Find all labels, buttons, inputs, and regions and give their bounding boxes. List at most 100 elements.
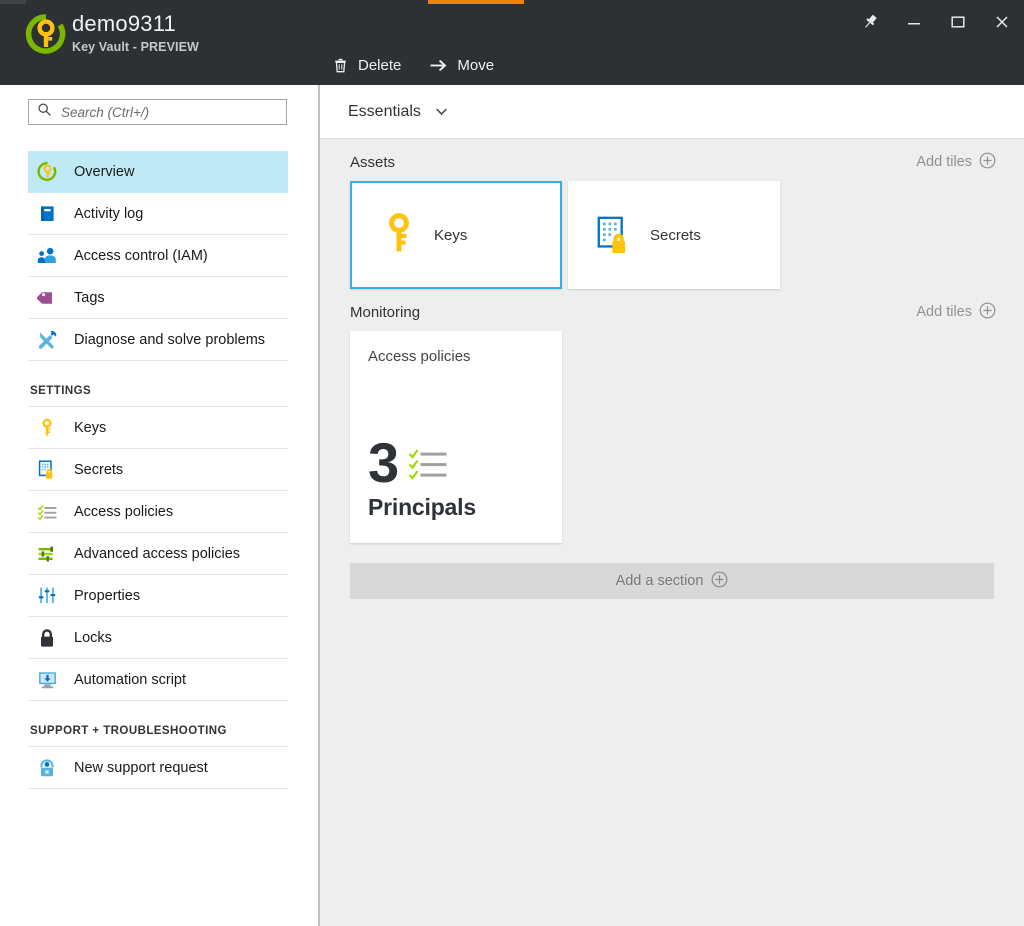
sidebar-item-locks[interactable]: Locks <box>28 617 288 659</box>
padlock-icon <box>36 627 58 649</box>
sidebar-item-properties[interactable]: Properties <box>28 575 288 617</box>
plus-circle-icon <box>979 302 996 323</box>
tile-access-policies[interactable]: Access policies 3 Principals <box>350 331 562 543</box>
sidebar-group-settings-title: SETTINGS <box>28 361 288 407</box>
tile-title: Access policies <box>368 348 471 365</box>
key-icon <box>36 417 58 439</box>
sidebar-group-support-title: SUPPORT + TROUBLESHOOTING <box>28 701 288 747</box>
sidebar-item-label: Properties <box>74 587 141 604</box>
sidebar-item-keys[interactable]: Keys <box>28 407 288 449</box>
sidebar-item-label: Activity log <box>74 205 144 222</box>
sidebar-item-automation-script[interactable]: Automation script <box>28 659 288 701</box>
tile-label: Secrets <box>650 226 701 244</box>
tile-keys[interactable]: Keys <box>350 181 562 289</box>
checklist-icon <box>36 501 58 523</box>
sidebar-item-label: Tags <box>74 289 105 306</box>
sidebar-item-diagnose[interactable]: Diagnose and solve problems <box>28 319 288 361</box>
secrets-lock-icon <box>36 459 58 481</box>
sidebar-item-new-support-request[interactable]: New support request <box>28 747 288 789</box>
key-circle-icon <box>36 161 58 183</box>
search-container <box>28 99 287 125</box>
book-icon <box>36 203 58 225</box>
page-title: demo9311 <box>72 11 176 36</box>
tools-icon <box>36 329 58 351</box>
section-title: Assets <box>350 153 396 171</box>
sliders-green-icon <box>36 543 58 565</box>
sidebar-item-access-policies[interactable]: Access policies <box>28 491 288 533</box>
sidebar-item-overview[interactable]: Overview <box>28 151 288 193</box>
section-monitoring: Monitoring Add tiles Access policies 3 P… <box>320 293 1024 543</box>
assets-tiles: Keys Secrets <box>320 181 1024 289</box>
sidebar-item-advanced-access-policies[interactable]: Advanced access policies <box>28 533 288 575</box>
arrow-right-icon <box>429 57 448 74</box>
sidebar-nav: Overview Activity log Access control (IA… <box>28 151 288 789</box>
plus-circle-icon <box>711 571 728 592</box>
people-icon <box>36 245 58 267</box>
monitoring-tiles: Access policies 3 Principals <box>320 331 1024 543</box>
sliders-blue-icon <box>36 585 58 607</box>
tile-metric-unit: Principals <box>368 494 476 520</box>
add-a-section-button[interactable]: Add a section <box>350 563 994 599</box>
sidebar-item-access-control[interactable]: Access control (IAM) <box>28 235 288 277</box>
sidebar-item-activity-log[interactable]: Activity log <box>28 193 288 235</box>
titlebar-top-strip <box>0 0 26 4</box>
tile-body: 3 Principals <box>368 431 542 543</box>
add-tiles-label: Add tiles <box>916 304 972 320</box>
section-title: Monitoring <box>350 303 421 321</box>
secrets-lock-icon <box>594 214 636 256</box>
add-tiles-label: Add tiles <box>916 154 972 170</box>
tile-metric-value: 3 <box>368 431 399 494</box>
search-icon <box>37 102 52 122</box>
window-title-block: demo9311 Key Vault - PREVIEW <box>72 10 199 56</box>
search-input[interactable] <box>52 100 286 124</box>
title-bar: demo9311 Key Vault - PREVIEW Delete Move <box>0 0 1024 85</box>
titlebar-accent-line <box>428 0 524 4</box>
delete-label: Delete <box>358 57 402 74</box>
sidebar-item-label: Access control (IAM) <box>74 247 208 264</box>
delete-button[interactable]: Delete <box>320 53 417 78</box>
sidebar-item-label: New support request <box>74 759 208 776</box>
command-bar: Delete Move <box>320 46 510 85</box>
sidebar-item-tags[interactable]: Tags <box>28 277 288 319</box>
key-vault-logo-icon <box>24 12 68 56</box>
window-controls <box>848 0 1024 44</box>
support-headset-icon <box>36 757 58 779</box>
add-tiles-monitoring-button[interactable]: Add tiles <box>916 302 996 323</box>
add-tiles-assets-button[interactable]: Add tiles <box>916 152 996 173</box>
section-header: Monitoring Add tiles <box>320 293 1024 331</box>
sidebar-item-label: Keys <box>74 419 107 436</box>
move-button[interactable]: Move <box>417 53 510 78</box>
section-assets: Assets Add tiles Keys Secrets <box>320 143 1024 289</box>
sidebar-item-label: Diagnose and solve problems <box>74 331 266 348</box>
azure-portal-window: demo9311 Key Vault - PREVIEW Delete Move… <box>0 0 1024 926</box>
pin-icon[interactable] <box>848 0 892 44</box>
main-content: Essentials Assets Add tiles Keys Secrets… <box>320 85 1024 926</box>
checklist-icon <box>408 446 448 487</box>
monitor-download-icon <box>36 669 58 691</box>
trash-icon <box>332 57 349 74</box>
sidebar-item-label: Locks <box>74 629 112 646</box>
section-header: Assets Add tiles <box>320 143 1024 181</box>
tile-metric-row: 3 <box>368 431 542 494</box>
page-subtitle: Key Vault - PREVIEW <box>72 40 199 54</box>
essentials-label: Essentials <box>348 102 421 120</box>
key-icon <box>378 213 420 256</box>
sidebar-item-label: Overview <box>74 163 135 180</box>
sidebar-item-label: Access policies <box>74 503 174 520</box>
plus-circle-icon <box>979 152 996 173</box>
move-label: Move <box>457 57 495 74</box>
essentials-bar[interactable]: Essentials <box>320 85 1024 139</box>
sidebar: Overview Activity log <box>0 85 312 926</box>
minimize-icon[interactable] <box>892 0 936 44</box>
close-icon[interactable] <box>980 0 1024 44</box>
sidebar-item-secrets[interactable]: Secrets <box>28 449 288 491</box>
tile-label: Keys <box>434 226 468 244</box>
tile-secrets[interactable]: Secrets <box>568 181 780 289</box>
sidebar-item-label: Advanced access policies <box>74 545 241 562</box>
search-box[interactable] <box>28 99 287 125</box>
chevron-down-icon[interactable] <box>434 104 449 119</box>
tag-icon <box>36 287 58 309</box>
sidebar-item-label: Secrets <box>74 461 124 478</box>
maximize-icon[interactable] <box>936 0 980 44</box>
add-a-section-label: Add a section <box>615 573 704 589</box>
